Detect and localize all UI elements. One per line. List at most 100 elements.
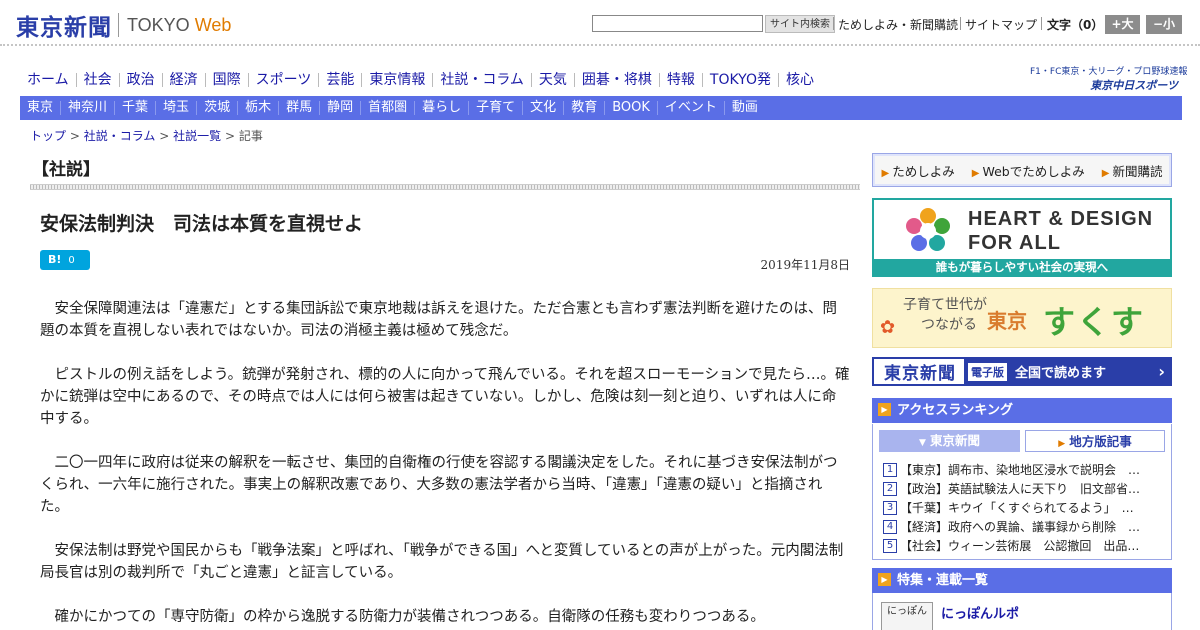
- arrow-right-icon: ▶: [971, 167, 980, 179]
- subnav-shutoken[interactable]: 首都圏: [360, 101, 414, 115]
- sukusuku-tokyo: 東京: [987, 309, 1027, 333]
- ranking-item-title: 【東京】調布市、染地地区浸水で説明会 …: [900, 463, 1141, 477]
- digital-edition-promo: 電子版 全国で読めます ›: [964, 359, 1170, 384]
- breadcrumb-editorial-column[interactable]: 社説・コラム: [84, 129, 156, 143]
- section-divider: [30, 184, 860, 190]
- feature-thumbnail[interactable]: にっぽん: [881, 602, 933, 630]
- header-divider: [960, 17, 961, 30]
- nav-sports[interactable]: スポーツ: [247, 73, 319, 87]
- access-ranking-header: ▶ アクセスランキング: [872, 398, 1172, 423]
- site-search-input[interactable]: [592, 15, 763, 32]
- heart-design-logo-icon: [906, 208, 950, 251]
- nav-editorial-column[interactable]: 社説・コラム: [432, 73, 531, 87]
- nav-home[interactable]: ホーム: [20, 73, 76, 87]
- font-bigger-button[interactable]: +大: [1105, 15, 1140, 34]
- hatena-bookmark-button[interactable]: B! 0: [40, 250, 90, 270]
- breadcrumb-separator: >: [69, 129, 80, 143]
- ranking-item[interactable]: 1 【東京】調布市、染地地区浸水で説明会 …: [883, 460, 1165, 479]
- nav-international[interactable]: 国際: [204, 73, 248, 87]
- subnav-chiba[interactable]: 千葉: [114, 101, 155, 115]
- ranking-item-title: 【千葉】キウイ「くすぐられてるよう」 …: [900, 501, 1134, 515]
- nav-tokuho[interactable]: 特報: [658, 73, 702, 87]
- ranking-number: 4: [883, 519, 897, 534]
- sukusuku-title: すくすく: [1043, 303, 1146, 341]
- ranking-item[interactable]: 2 【政治】英語試験法人に天下り 旧文部省…: [883, 479, 1165, 498]
- logo-tokyo-shimbun: 東京新聞: [16, 14, 112, 41]
- nav-tokyo-hatsu[interactable]: TOKYO発: [701, 73, 778, 87]
- heart-design-line2: FOR ALL: [968, 232, 1061, 254]
- subnav-kanagawa[interactable]: 神奈川: [60, 101, 114, 115]
- subnav-video[interactable]: 動画: [723, 101, 765, 115]
- nav-economy[interactable]: 経済: [161, 73, 205, 87]
- ranking-tab-tokyo[interactable]: ▼ 東京新聞: [879, 430, 1020, 452]
- heart-design-title: HEART & DESIGN FOR ALL: [968, 207, 1153, 255]
- heart-design-banner[interactable]: HEART & DESIGN FOR ALL 誰もが暮らしやすい社会の実現へ: [872, 198, 1172, 277]
- ranking-item[interactable]: 5 【社会】ウィーン芸術展 公認撤回 出品…: [883, 536, 1165, 555]
- header-dotted-divider: [0, 44, 1200, 46]
- regional-navigation: 東京 神奈川 千葉 埼玉 茨城 栃木 群馬 静岡 首都圏 暮らし 子育て 文化 …: [20, 96, 1182, 120]
- sitemap-link[interactable]: サイトマップ: [965, 16, 1037, 33]
- breadcrumb-editorial-list[interactable]: 社説一覧: [173, 129, 221, 143]
- ranking-number: 1: [883, 462, 897, 477]
- ranking-item[interactable]: 3 【千葉】キウイ「くすぐられてるよう」 …: [883, 498, 1165, 517]
- arrow-right-icon: ▶: [878, 573, 891, 586]
- site-search-button[interactable]: サイト内検索: [765, 15, 835, 33]
- main-navigation: ホーム 社会 政治 経済 国際 スポーツ 芸能 東京情報 社説・コラム 天気 囲…: [20, 66, 821, 94]
- hatena-bookmark-icon: B!: [48, 253, 62, 266]
- logo-divider: [118, 13, 119, 37]
- breadcrumb-separator: >: [224, 129, 235, 143]
- nav-weather[interactable]: 天気: [530, 73, 574, 87]
- digital-edition-banner[interactable]: 東京新聞 電子版 全国で読めます ›: [872, 357, 1172, 386]
- article-title: 安保法制判決 司法は本質を直視せよ: [40, 213, 364, 235]
- subscribe-link[interactable]: ▶ 新聞購読: [1102, 161, 1163, 180]
- article-body: 安全保障関連法は「違憲だ」とする集団訴訟で東京地裁は訴えを退けた。ただ合憲とも言…: [40, 298, 850, 630]
- font-smaller-button[interactable]: −小: [1146, 15, 1182, 34]
- subnav-kosodate[interactable]: 子育て: [468, 101, 522, 115]
- nav-tokyo-info[interactable]: 東京情報: [361, 73, 432, 87]
- nav-society[interactable]: 社会: [75, 73, 119, 87]
- trial-read-label: ためしよみ: [892, 163, 955, 179]
- arrow-right-icon: ▶: [1101, 167, 1110, 179]
- sukusuku-tagline-line2: つながる: [921, 317, 977, 333]
- flower-icon: ✿: [880, 317, 896, 338]
- font-size-label: 文字（0）: [1047, 18, 1104, 32]
- logo-web-text: Web: [194, 14, 232, 35]
- nav-kakushin[interactable]: 核心: [777, 73, 821, 87]
- article-paragraph: 安全保障関連法は「違憲だ」とする集団訴訟で東京地裁は訴えを退けた。ただ合憲とも言…: [40, 301, 838, 339]
- features-title: 特集・連載一覧: [897, 573, 989, 588]
- subnav-gunma[interactable]: 群馬: [278, 101, 319, 115]
- subnav-culture[interactable]: 文化: [522, 101, 563, 115]
- subnav-saitama[interactable]: 埼玉: [155, 101, 196, 115]
- ranking-item[interactable]: 4 【経済】政府への異論、議事録から削除 …: [883, 517, 1165, 536]
- trial-subscribe-link[interactable]: ためしよみ・新聞購読: [838, 16, 958, 33]
- features-header: ▶ 特集・連載一覧: [872, 568, 1172, 593]
- ranking-tab-local[interactable]: ▶ 地方版記事: [1025, 430, 1165, 452]
- breadcrumb-separator: >: [159, 129, 170, 143]
- subnav-book[interactable]: BOOK: [604, 101, 657, 115]
- tokyo-sukusuku-banner[interactable]: ✿ 子育て世代が つながる 東京 すくすく: [872, 288, 1172, 348]
- chunichi-sports-banner[interactable]: F1・FC東京・大リーグ・プロ野球速報 東京中日スポーツ: [1030, 64, 1187, 93]
- subnav-ibaraki[interactable]: 茨城: [196, 101, 237, 115]
- nav-politics[interactable]: 政治: [118, 73, 162, 87]
- article-paragraph: 確かにかつての「専守防衛」の枠から逸脱する防衛力が装備されつつある。自衛隊の任務…: [54, 609, 765, 625]
- site-logo[interactable]: 東京新聞 TOKYO Web: [16, 8, 231, 42]
- web-trial-read-link[interactable]: ▶ Webでためしよみ: [972, 161, 1085, 180]
- chunichi-sports-logo: 東京中日スポーツ: [1090, 79, 1178, 92]
- subnav-kurashi[interactable]: 暮らし: [414, 101, 468, 115]
- subnav-tokyo[interactable]: 東京: [20, 101, 60, 115]
- heart-design-line1: HEART & DESIGN: [968, 208, 1154, 230]
- trial-read-link[interactable]: ▶ ためしよみ: [882, 161, 955, 180]
- digital-edition-logo: 東京新聞: [884, 364, 956, 384]
- nav-entertainment[interactable]: 芸能: [318, 73, 361, 87]
- subnav-event[interactable]: イベント: [656, 101, 724, 115]
- access-ranking-box: ▼ 東京新聞 ▶ 地方版記事 1 【東京】調布市、染地地区浸水で説明会 … 2 【政治】…: [872, 424, 1172, 560]
- ranking-number: 2: [883, 481, 897, 496]
- feature-nippon-report-link[interactable]: にっぽんルポ: [941, 603, 1019, 622]
- chevron-down-icon: ▼: [919, 438, 926, 448]
- subnav-education[interactable]: 教育: [563, 101, 604, 115]
- ranking-item-title: 【社会】ウィーン芸術展 公認撤回 出品…: [900, 539, 1140, 553]
- nav-go-shogi[interactable]: 囲碁・将棋: [573, 73, 659, 87]
- subnav-tochigi[interactable]: 栃木: [237, 101, 278, 115]
- breadcrumb-top[interactable]: トップ: [30, 129, 66, 143]
- subnav-shizuoka[interactable]: 静岡: [319, 101, 360, 115]
